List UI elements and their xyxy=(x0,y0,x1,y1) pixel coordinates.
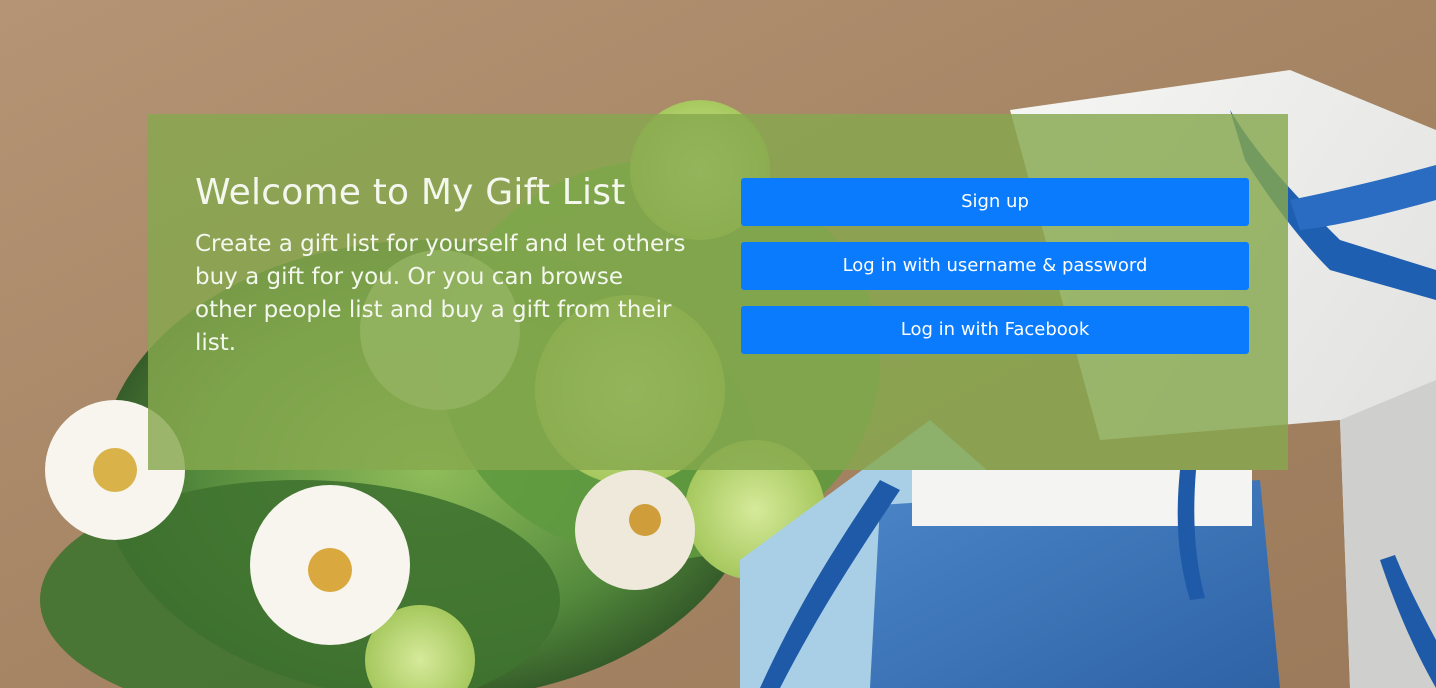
page-description: Create a gift list for yourself and let … xyxy=(195,231,686,356)
login-password-button[interactable]: Log in with username & password xyxy=(741,242,1249,290)
sign-up-button[interactable]: Sign up xyxy=(741,178,1249,226)
daisy-flower xyxy=(575,470,695,590)
login-page: Welcome to My Gift List Create a gift li… xyxy=(0,0,1436,688)
auth-actions: Sign up Log in with username & password … xyxy=(741,178,1249,370)
intro-block: Welcome to My Gift List Create a gift li… xyxy=(195,170,695,360)
page-title: Welcome to My Gift List xyxy=(195,172,626,213)
daisy-flower xyxy=(250,485,410,645)
welcome-panel: Welcome to My Gift List Create a gift li… xyxy=(148,114,1288,470)
login-facebook-button[interactable]: Log in with Facebook xyxy=(741,306,1249,354)
